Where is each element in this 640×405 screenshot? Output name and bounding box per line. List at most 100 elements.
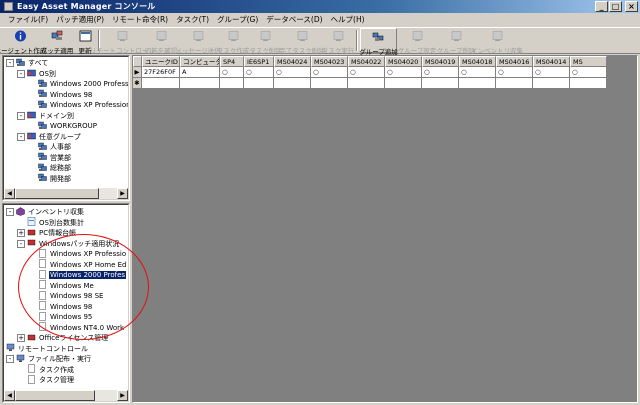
table-cell[interactable]	[533, 78, 570, 89]
menu-item-3[interactable]: タスク(T)	[172, 14, 213, 25]
table-cell[interactable]	[459, 78, 496, 89]
collapse-icon[interactable]: -	[17, 132, 25, 141]
scroll-right-icon[interactable]: ▶	[117, 188, 128, 199]
expand-icon[interactable]: +	[17, 334, 25, 342]
table-cell[interactable]	[220, 78, 244, 89]
table-row[interactable]: ▶ 27F26F0F A ○ ○ ○ ○ ○ ○ ○ ○ ○ ○ ○	[133, 67, 637, 78]
tree-node[interactable]: Windows NT4.0 Work	[28, 322, 125, 333]
expand-icon[interactable]: +	[17, 229, 25, 237]
table-cell[interactable]	[348, 78, 385, 89]
tree-node[interactable]: Windows 98 SE	[28, 290, 104, 301]
tree-node[interactable]: - OS別	[17, 69, 57, 79]
tree-node[interactable]: タスク管理	[17, 374, 75, 385]
menu-item-2[interactable]: リモート命令(R)	[108, 14, 172, 25]
table-cell[interactable]	[570, 78, 607, 89]
toolbar-button-4[interactable]: 応答を確認	[143, 28, 179, 55]
collapse-icon[interactable]: -	[17, 239, 25, 248]
tree-node[interactable]: OS別台数集計	[17, 217, 85, 228]
grid-column-header[interactable]: MS04019	[422, 56, 459, 67]
tree-node[interactable]: - すべて	[6, 58, 49, 68]
tree-node[interactable]: Windows XP Professional	[28, 100, 128, 110]
group-tree-hscrollbar[interactable]: ◀ ▶	[4, 188, 128, 199]
collapse-icon[interactable]: -	[17, 111, 25, 120]
scroll-left-icon[interactable]: ◀	[4, 188, 15, 199]
grid-column-header[interactable]: IE6SP1	[244, 56, 274, 67]
tree-node[interactable]: - ファイル配布・実行	[6, 354, 92, 364]
minimize-button[interactable]: _	[595, 1, 608, 12]
table-cell[interactable]: ○	[220, 67, 244, 78]
toolbar-button-12[interactable]: グループ削除	[437, 28, 475, 55]
maximize-button[interactable]: □	[609, 1, 622, 12]
tree-node[interactable]: Windows XP Professio	[28, 248, 127, 259]
tree-node[interactable]: - 任意グループ	[17, 132, 82, 142]
tree-node[interactable]: Windows 98	[28, 301, 93, 312]
table-cell[interactable]	[274, 78, 311, 89]
toolbar-button-1[interactable]: パッチ適用	[40, 28, 74, 55]
table-cell[interactable]: ○	[422, 67, 459, 78]
toolbar-button-13[interactable]: インベントリ収集	[471, 28, 523, 55]
table-cell[interactable]	[244, 78, 274, 89]
toolbar-button-11[interactable]: グループ設定	[397, 28, 437, 55]
function-tree-hscrollbar[interactable]: ◀ ▶	[4, 390, 128, 401]
toolbar-button-8[interactable]: 完了タスク削除	[279, 28, 325, 55]
collapse-icon[interactable]: -	[6, 208, 14, 216]
table-cell[interactable]	[496, 78, 533, 89]
tree-node[interactable]: リモートコントロール	[6, 343, 89, 354]
tree-node[interactable]: - Windowsパッチ適用状況	[17, 239, 120, 249]
table-cell[interactable]: ○	[311, 67, 348, 78]
grid-column-header[interactable]: MS04020	[385, 56, 422, 67]
table-cell[interactable]	[180, 78, 220, 89]
grid-column-header[interactable]: MS04024	[274, 56, 311, 67]
tree-node[interactable]: 人事部	[28, 142, 72, 152]
tree-node[interactable]: - インベントリ収集	[6, 206, 85, 217]
collapse-icon[interactable]: -	[6, 355, 14, 363]
grid-column-header[interactable]: コンピュータ名	[180, 56, 220, 67]
toolbar-button-0[interactable]: エージェント作成	[0, 28, 46, 55]
tree-node[interactable]: 総務部	[28, 163, 72, 173]
tree-node[interactable]: Windows 2000 Profes	[28, 269, 127, 280]
tree-node[interactable]: - ドメイン別	[17, 111, 75, 121]
scroll-left-icon[interactable]: ◀	[4, 390, 15, 401]
row-indicator[interactable]: ▶	[133, 67, 142, 78]
tree-node[interactable]: 営業部	[28, 152, 72, 163]
table-cell[interactable]: ○	[533, 67, 570, 78]
tree-node[interactable]: 開発部	[28, 173, 72, 184]
menu-item-4[interactable]: グループ(G)	[213, 14, 262, 25]
grid-column-header[interactable]: MS04016	[496, 56, 533, 67]
menu-item-1[interactable]: パッチ適用(P)	[52, 14, 108, 25]
row-indicator[interactable]: ✱	[133, 78, 142, 89]
grid-column-header[interactable]: MS04018	[459, 56, 496, 67]
table-cell[interactable]	[142, 78, 180, 89]
scroll-thumb[interactable]	[15, 188, 99, 199]
table-cell[interactable]: ○	[385, 67, 422, 78]
tree-node[interactable]: + PC情報台帳	[17, 228, 77, 238]
grid-column-header[interactable]: MS04014	[533, 56, 570, 67]
toolbar-button-6[interactable]: タスク作成	[217, 28, 249, 55]
tree-node[interactable]: タスク作成	[17, 364, 75, 375]
toolbar-button-10[interactable]: グループ追加	[359, 28, 398, 56]
collapse-icon[interactable]: -	[17, 69, 25, 78]
menu-item-0[interactable]: ファイル(F)	[4, 14, 52, 25]
tree-node[interactable]: + Officeライセンス管理	[17, 333, 109, 343]
collapse-icon[interactable]: -	[6, 59, 14, 67]
table-cell[interactable]: ○	[274, 67, 311, 78]
table-row[interactable]: ✱	[133, 78, 637, 89]
menu-item-6[interactable]: ヘルプ(H)	[327, 14, 369, 25]
grid-column-header[interactable]: MS	[570, 56, 607, 67]
table-cell[interactable]: ○	[459, 67, 496, 78]
table-cell[interactable]	[422, 78, 459, 89]
tree-node[interactable]: Windows XP Home Ed	[28, 259, 127, 270]
tree-node[interactable]: Windows Me	[28, 280, 95, 291]
grid-column-header[interactable]: MS04023	[311, 56, 348, 67]
tree-node[interactable]: WORKGROUP	[28, 121, 98, 131]
table-cell[interactable]	[311, 78, 348, 89]
table-cell[interactable]: ○	[570, 67, 607, 78]
grid-column-header[interactable]: MS04022	[348, 56, 385, 67]
table-cell[interactable]: ○	[496, 67, 533, 78]
close-button[interactable]: ×	[625, 1, 638, 12]
toolbar-button-7[interactable]: タスク削除	[249, 28, 282, 55]
tree-node[interactable]: Windows 98	[28, 89, 93, 100]
table-cell[interactable]: ○	[348, 67, 385, 78]
grid-column-header[interactable]: ユニークID	[142, 56, 180, 67]
toolbar-button-5[interactable]: メッセージ送信	[175, 28, 221, 55]
